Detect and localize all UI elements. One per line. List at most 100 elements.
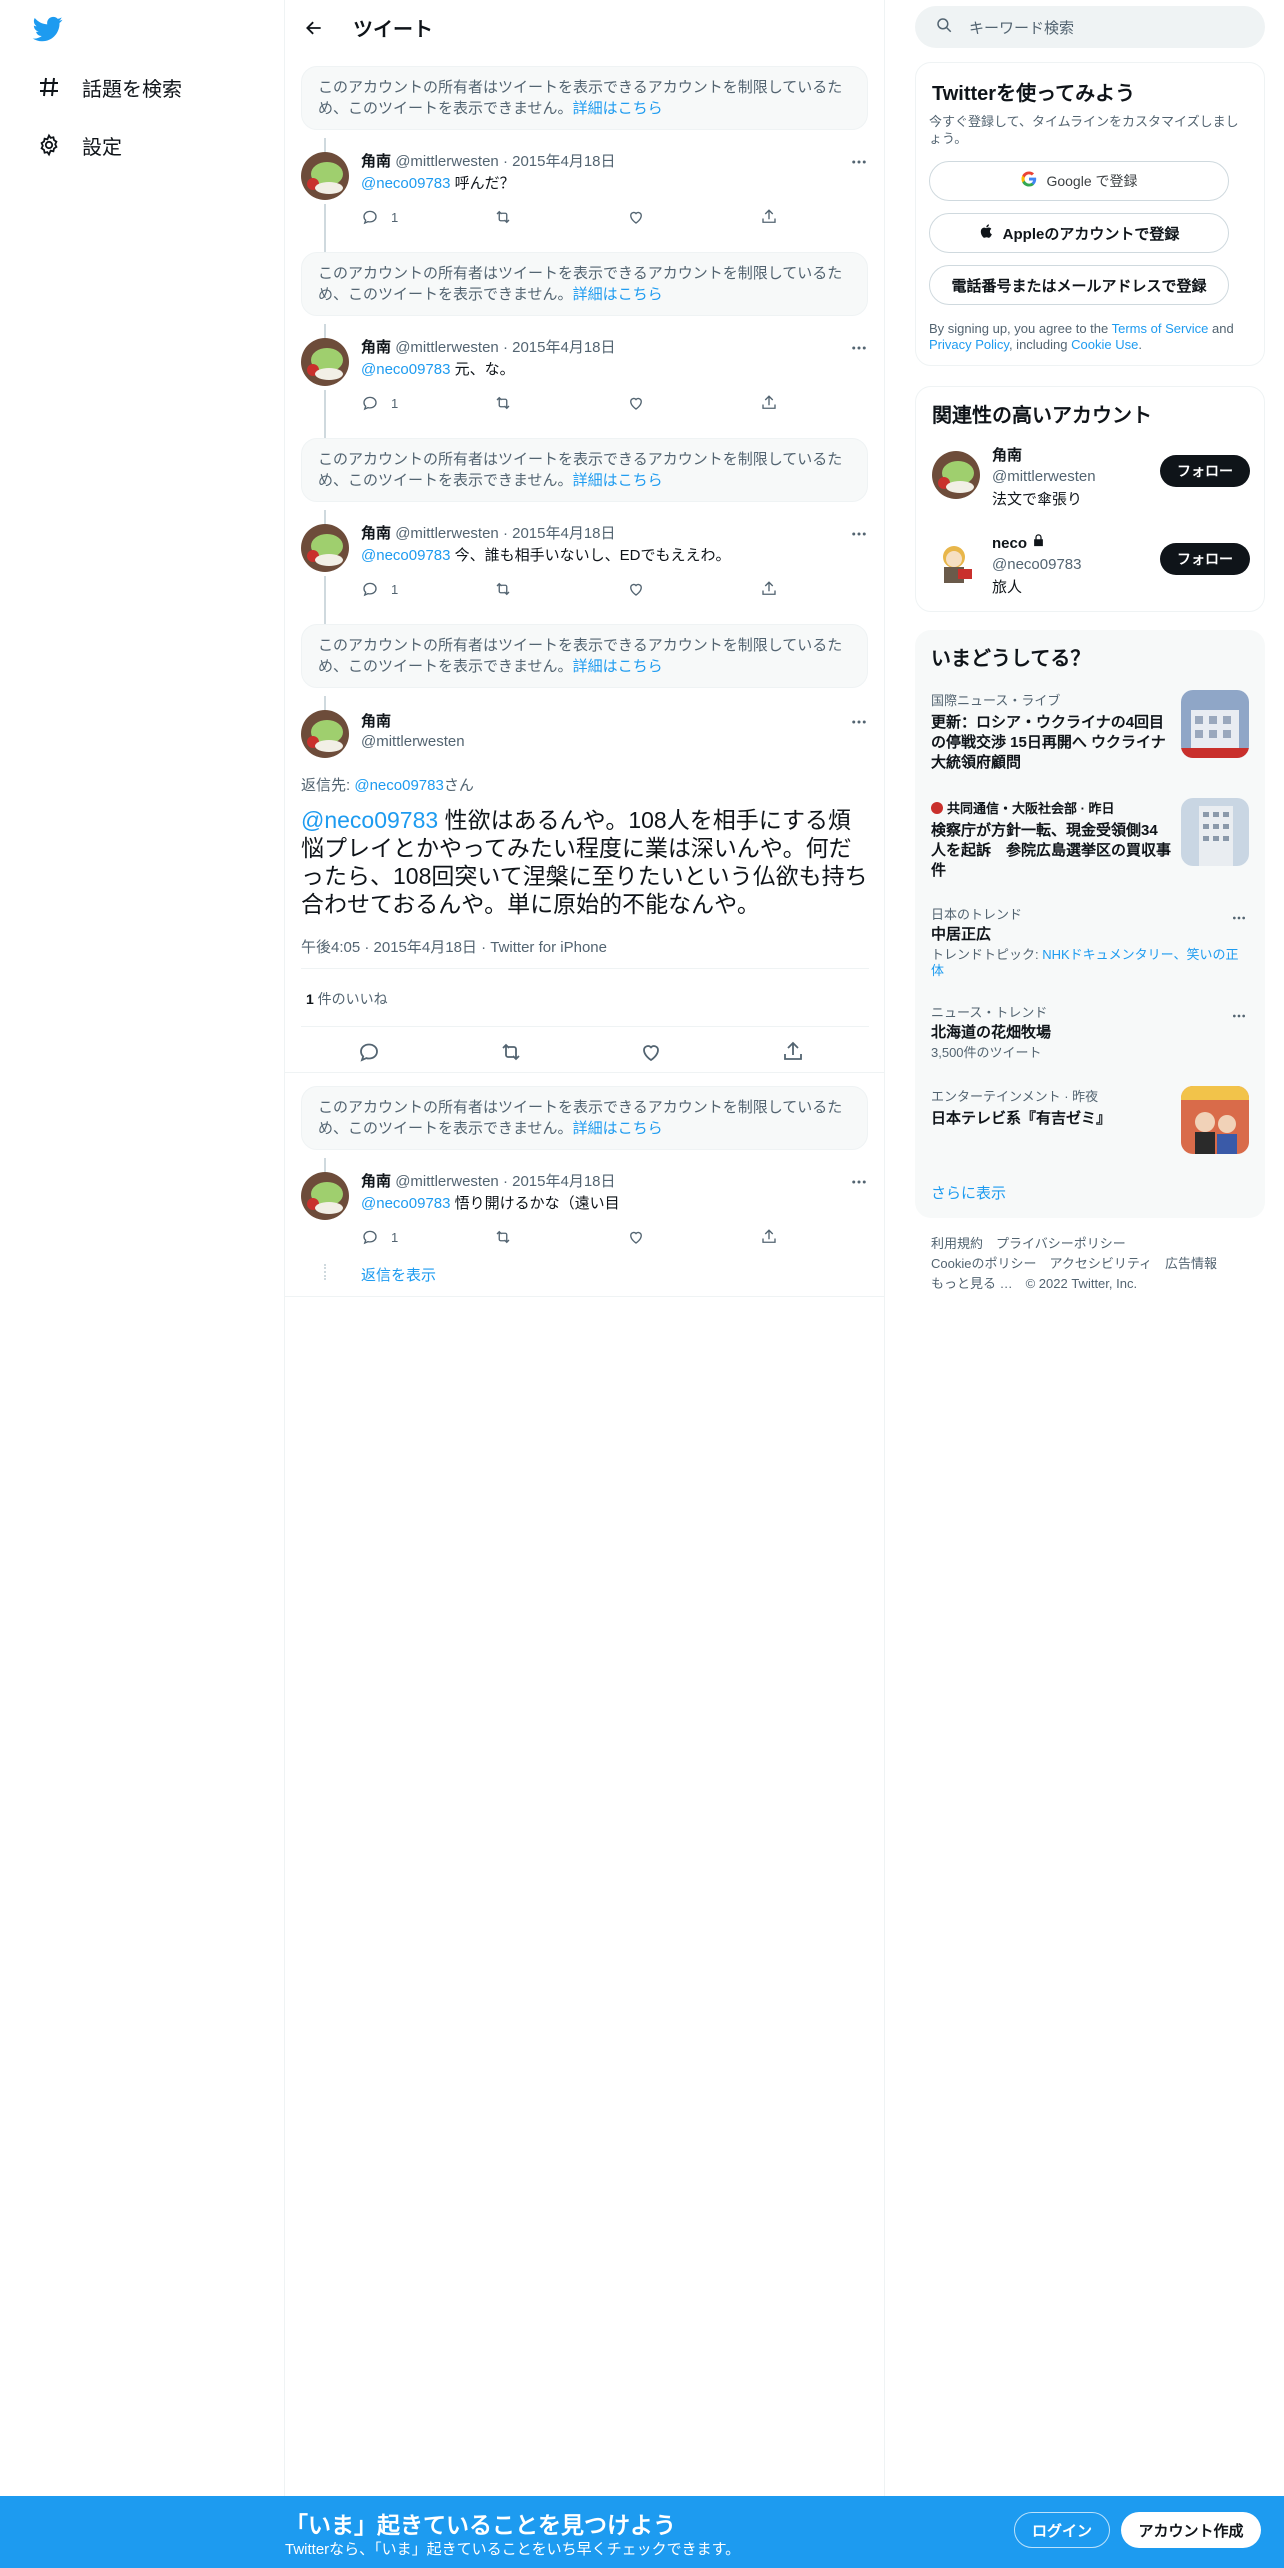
reply-button[interactable]: 1 [361, 1228, 398, 1246]
more-icon[interactable] [1229, 1006, 1249, 1026]
like-button[interactable] [627, 394, 645, 412]
account-handle[interactable]: @neco09783 [992, 554, 1081, 575]
avatar[interactable] [301, 710, 349, 758]
mention-link[interactable]: @neco09783 [301, 807, 438, 833]
nav-explore[interactable]: 話題を検索 [36, 67, 182, 107]
trend-title: 検察庁が方針一転、現金受領側34人を起訴 参院広島選挙区の買収事件 [931, 822, 1172, 879]
retweet-button[interactable] [494, 1228, 512, 1246]
more-icon[interactable] [849, 1172, 869, 1192]
trend-item[interactable]: 日本のトレンド 中居正広 トレンドトピック: NHKドキュメンタリー、笑いの正体 [931, 904, 1241, 979]
tweet-timestamp[interactable]: 午後4:05 · 2015年4月18日 · Twitter for iPhone [301, 936, 607, 957]
share-button[interactable] [760, 208, 778, 226]
like-icon[interactable] [639, 1040, 663, 1064]
mention-link[interactable]: @neco09783 [361, 1195, 450, 1212]
twitter-logo-icon[interactable] [32, 14, 64, 44]
like-button[interactable] [627, 208, 645, 226]
share-button[interactable] [760, 580, 778, 598]
retweet-button[interactable] [494, 208, 512, 226]
avatar[interactable] [301, 152, 349, 200]
author-handle[interactable]: @mittlerwesten [395, 153, 499, 170]
login-button[interactable]: ログイン [1014, 2512, 1110, 2548]
author-handle[interactable]: @mittlerwesten [395, 1173, 499, 1190]
more-icon[interactable] [849, 712, 869, 732]
privacy-policy-link[interactable]: Privacy Policy [929, 337, 1009, 352]
mention-link[interactable]: @neco09783 [361, 361, 450, 378]
learn-more-link[interactable]: 詳細はこちら [573, 658, 663, 675]
trend-item[interactable]: ニュース・トレンド 北海道の花畑牧場 3,500件のツイート [931, 1002, 1231, 1061]
more-icon[interactable] [849, 152, 869, 172]
show-replies-link[interactable]: 返信を表示 [361, 1264, 436, 1285]
author-name[interactable]: 角南 [361, 153, 391, 170]
footer-line[interactable]: もっと見る … © 2022 Twitter, Inc. [931, 1274, 1217, 1294]
share-icon[interactable] [781, 1040, 805, 1064]
show-more-trends-link[interactable]: さらに表示 [931, 1182, 1006, 1203]
retweet-button[interactable] [494, 580, 512, 598]
avatar[interactable] [932, 539, 980, 587]
follow-button[interactable]: フォロー [1160, 455, 1250, 487]
learn-more-link[interactable]: 詳細はこちら [573, 472, 663, 489]
avatar[interactable] [301, 1172, 349, 1220]
account-row[interactable]: 角南 @mittlerwesten 法文で傘張り フォロー [916, 445, 1266, 515]
back-arrow-icon[interactable] [301, 15, 327, 41]
avatar[interactable] [932, 451, 980, 499]
phone-email-signup-button[interactable]: 電話番号またはメールアドレスで登録 [929, 265, 1229, 305]
like-button[interactable] [627, 580, 645, 598]
reply-button[interactable]: 1 [361, 394, 398, 412]
search-box[interactable]: キーワード検索 [915, 6, 1265, 48]
account-name[interactable]: 角南 [992, 445, 1096, 466]
avatar[interactable] [301, 524, 349, 572]
author-name[interactable]: 角南 [361, 339, 391, 356]
reply-button[interactable]: 1 [361, 580, 398, 598]
author-name[interactable]: 角南 [361, 525, 391, 542]
share-button[interactable] [760, 394, 778, 412]
likes-summary[interactable]: 1 件のいいね [306, 989, 388, 1009]
author-name[interactable]: 角南 [361, 712, 465, 732]
tweet-date[interactable]: 2015年4月18日 [512, 339, 615, 356]
reply-to-suffix: さん [443, 777, 474, 794]
tweet-date[interactable]: 2015年4月18日 [512, 525, 615, 542]
reply-icon[interactable] [357, 1040, 381, 1064]
retweet-button[interactable] [494, 394, 512, 412]
more-icon[interactable] [849, 524, 869, 544]
reply-button[interactable]: 1 [361, 208, 398, 226]
author-name[interactable]: 角南 [361, 1173, 391, 1190]
reply-to-handle-link[interactable]: @neco09783 [354, 777, 443, 794]
follow-button[interactable]: フォロー [1160, 543, 1250, 575]
create-account-button[interactable]: アカウント作成 [1121, 2512, 1261, 2548]
learn-more-link[interactable]: 詳細はこちら [573, 100, 663, 117]
author-handle[interactable]: @mittlerwesten [361, 732, 465, 752]
cookie-use-link[interactable]: Cookie Use [1071, 337, 1138, 352]
mention-link[interactable]: @neco09783 [361, 547, 450, 564]
reply-tweet[interactable]: 角南 @mittlerwesten · 2015年4月18日 @neco0978… [285, 524, 885, 624]
like-button[interactable] [627, 1228, 645, 1246]
avatar[interactable] [301, 338, 349, 386]
author-handle[interactable]: @mittlerwesten [395, 525, 499, 542]
reply-tweet[interactable]: 角南 @mittlerwesten · 2015年4月18日 @neco0978… [285, 338, 885, 438]
trend-item[interactable]: 共同通信・大阪社会部 · 昨日 検察庁が方針一転、現金受領側34人を起訴 参院広… [931, 798, 1171, 881]
more-icon[interactable] [1229, 908, 1249, 928]
retweet-icon[interactable] [499, 1040, 523, 1064]
reply-tweet[interactable]: 角南 @mittlerwesten · 2015年4月18日 @neco0978… [285, 1172, 885, 1292]
tweet-date[interactable]: 2015年4月18日 [512, 153, 615, 170]
footer-line[interactable]: 利用規約 プライバシーポリシー [931, 1234, 1217, 1254]
trend-item[interactable]: エンターテインメント · 昨夜 日本テレビ系『有吉ゼミ』 [931, 1086, 1171, 1129]
terms-of-service-link[interactable]: Terms of Service [1112, 321, 1209, 336]
apple-signup-button[interactable]: Appleのアカウントで登録 [929, 213, 1229, 253]
more-icon[interactable] [849, 338, 869, 358]
learn-more-link[interactable]: 詳細はこちら [573, 1120, 663, 1137]
share-button[interactable] [760, 1228, 778, 1246]
account-name[interactable]: neco [992, 533, 1027, 554]
author-handle[interactable]: @mittlerwesten [395, 339, 499, 356]
apple-signup-label: Appleのアカウントで登録 [1002, 225, 1180, 243]
nav-settings[interactable]: 設定 [36, 125, 122, 165]
footer-line[interactable]: Cookieのポリシー アクセシビリティ 広告情報 [931, 1254, 1217, 1274]
mention-link[interactable]: @neco09783 [361, 175, 450, 192]
account-row[interactable]: neco @neco09783 旅人 フォロー [916, 533, 1266, 603]
search-input[interactable]: キーワード検索 [969, 17, 1074, 38]
tweet-date[interactable]: 2015年4月18日 [512, 1173, 615, 1190]
google-signup-button[interactable]: Google で登録 [929, 161, 1229, 201]
learn-more-link[interactable]: 詳細はこちら [573, 286, 663, 303]
trend-item[interactable]: 国際ニュース・ライブ 更新：ロシア・ウクライナの4回目の停戦交渉 15日再開へ … [931, 690, 1171, 773]
reply-tweet[interactable]: 角南 @mittlerwesten · 2015年4月18日 @neco0978… [285, 152, 885, 252]
account-handle[interactable]: @mittlerwesten [992, 466, 1096, 487]
